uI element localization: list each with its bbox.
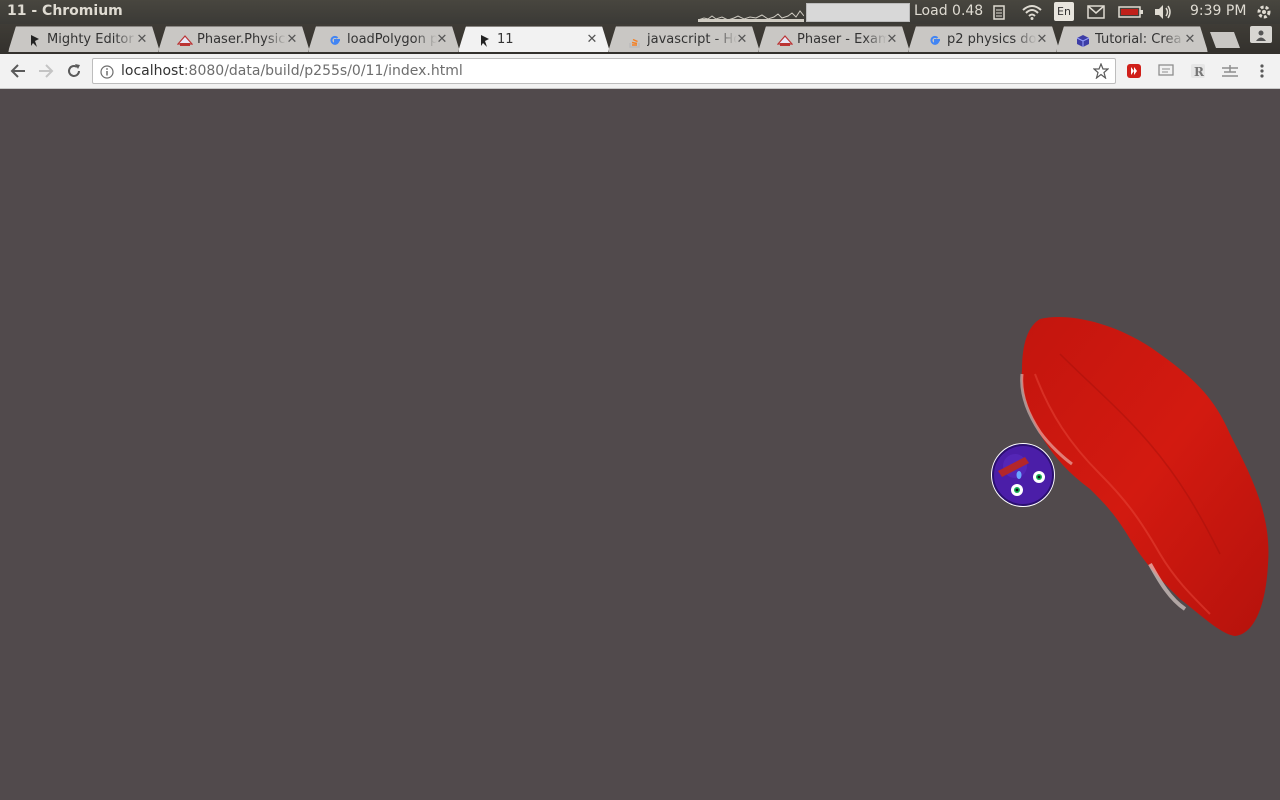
close-icon[interactable]: ✕ (1183, 33, 1197, 47)
gear-icon[interactable] (1254, 2, 1274, 22)
extension-cast-icon[interactable] (1157, 62, 1175, 80)
load-meter-box[interactable] (806, 3, 910, 22)
volume-icon[interactable] (1152, 2, 1174, 22)
tab-javascript-stackoverflow[interactable]: javascript - Ho ✕ (608, 26, 760, 52)
stackoverflow-icon (627, 33, 643, 49)
close-icon[interactable]: ✕ (435, 33, 449, 47)
mail-icon[interactable] (1086, 2, 1106, 22)
clipboard-icon[interactable] (990, 2, 1008, 22)
tab-title: Tutorial: Crea (1095, 32, 1182, 47)
game-canvas[interactable] (0, 89, 1280, 800)
address-bar[interactable]: localhost:8080/data/build/p255s/0/11/ind… (92, 58, 1116, 84)
os-top-panel: 11 - Chromium Load 0.48 En 9:39 PM (0, 0, 1280, 24)
tab-phaser-examples[interactable]: Phaser - Exam ✕ (758, 26, 910, 52)
window-title: 11 - Chromium (7, 3, 123, 19)
tab-active-11[interactable]: 11 ✕ (458, 26, 610, 52)
cube-icon (1075, 33, 1091, 49)
keyboard-language-indicator[interactable]: En (1054, 2, 1074, 21)
phaser-icon (777, 33, 793, 49)
extension-record-icon[interactable] (1125, 62, 1143, 80)
new-tab-button[interactable] (1210, 32, 1240, 48)
google-icon (327, 33, 343, 49)
close-icon[interactable]: ✕ (285, 33, 299, 47)
browser-toolbar: localhost:8080/data/build/p255s/0/11/ind… (0, 54, 1280, 89)
load-indicator[interactable]: Load 0.48 (914, 3, 983, 19)
tab-phaser-physics[interactable]: Phaser.Physics ✕ (158, 26, 310, 52)
svg-text:R: R (1194, 65, 1205, 79)
browser-menu-icon[interactable] (1253, 62, 1271, 80)
url-text[interactable]: localhost:8080/data/build/p255s/0/11/ind… (121, 63, 463, 79)
tab-title: Mighty Editor (47, 32, 134, 47)
mighty-editor-icon (477, 33, 493, 49)
reload-button[interactable] (62, 60, 86, 82)
close-icon[interactable]: ✕ (585, 33, 599, 47)
tab-loadpolygon[interactable]: loadPolygon p ✕ (308, 26, 460, 52)
tab-tutorial[interactable]: Tutorial: Crea ✕ (1056, 26, 1208, 52)
url-host: localhost (121, 63, 184, 79)
tab-title: p2 physics do (947, 32, 1037, 47)
close-icon[interactable]: ✕ (885, 33, 899, 47)
battery-icon[interactable] (1117, 2, 1145, 22)
google-icon (927, 33, 943, 49)
mighty-editor-icon (27, 33, 43, 49)
wifi-icon[interactable] (1020, 2, 1044, 22)
tab-title: javascript - Ho (647, 32, 737, 47)
tab-title: Phaser.Physics (197, 32, 287, 47)
tab-title: 11 (497, 32, 514, 47)
tab-mighty-editor[interactable]: Mighty Editor ✕ (8, 26, 160, 52)
phaser-icon (177, 33, 193, 49)
tab-title: Phaser - Exam (797, 32, 887, 47)
forward-button[interactable] (34, 60, 58, 82)
close-icon[interactable]: ✕ (1035, 33, 1049, 47)
close-icon[interactable]: ✕ (735, 33, 749, 47)
clock[interactable]: 9:39 PM (1190, 3, 1246, 19)
tab-title: loadPolygon p (347, 32, 437, 47)
back-button[interactable] (6, 60, 30, 82)
browser-tab-strip: Mighty Editor ✕ Phaser.Physics ✕ loadPol… (0, 24, 1280, 54)
tab-p2-physics-docs[interactable]: p2 physics do ✕ (908, 26, 1060, 52)
close-icon[interactable]: ✕ (135, 33, 149, 47)
purple-ball-character (991, 443, 1055, 507)
bookmark-star-icon[interactable] (1092, 62, 1110, 80)
profile-icon[interactable] (1250, 26, 1272, 43)
info-icon[interactable] (100, 64, 114, 79)
system-load-graph[interactable] (698, 4, 804, 22)
url-path: :8080/data/build/p255s/0/11/index.html (183, 63, 463, 79)
extension-r-icon[interactable]: R (1189, 62, 1207, 80)
extension-layers-icon[interactable] (1221, 62, 1239, 80)
